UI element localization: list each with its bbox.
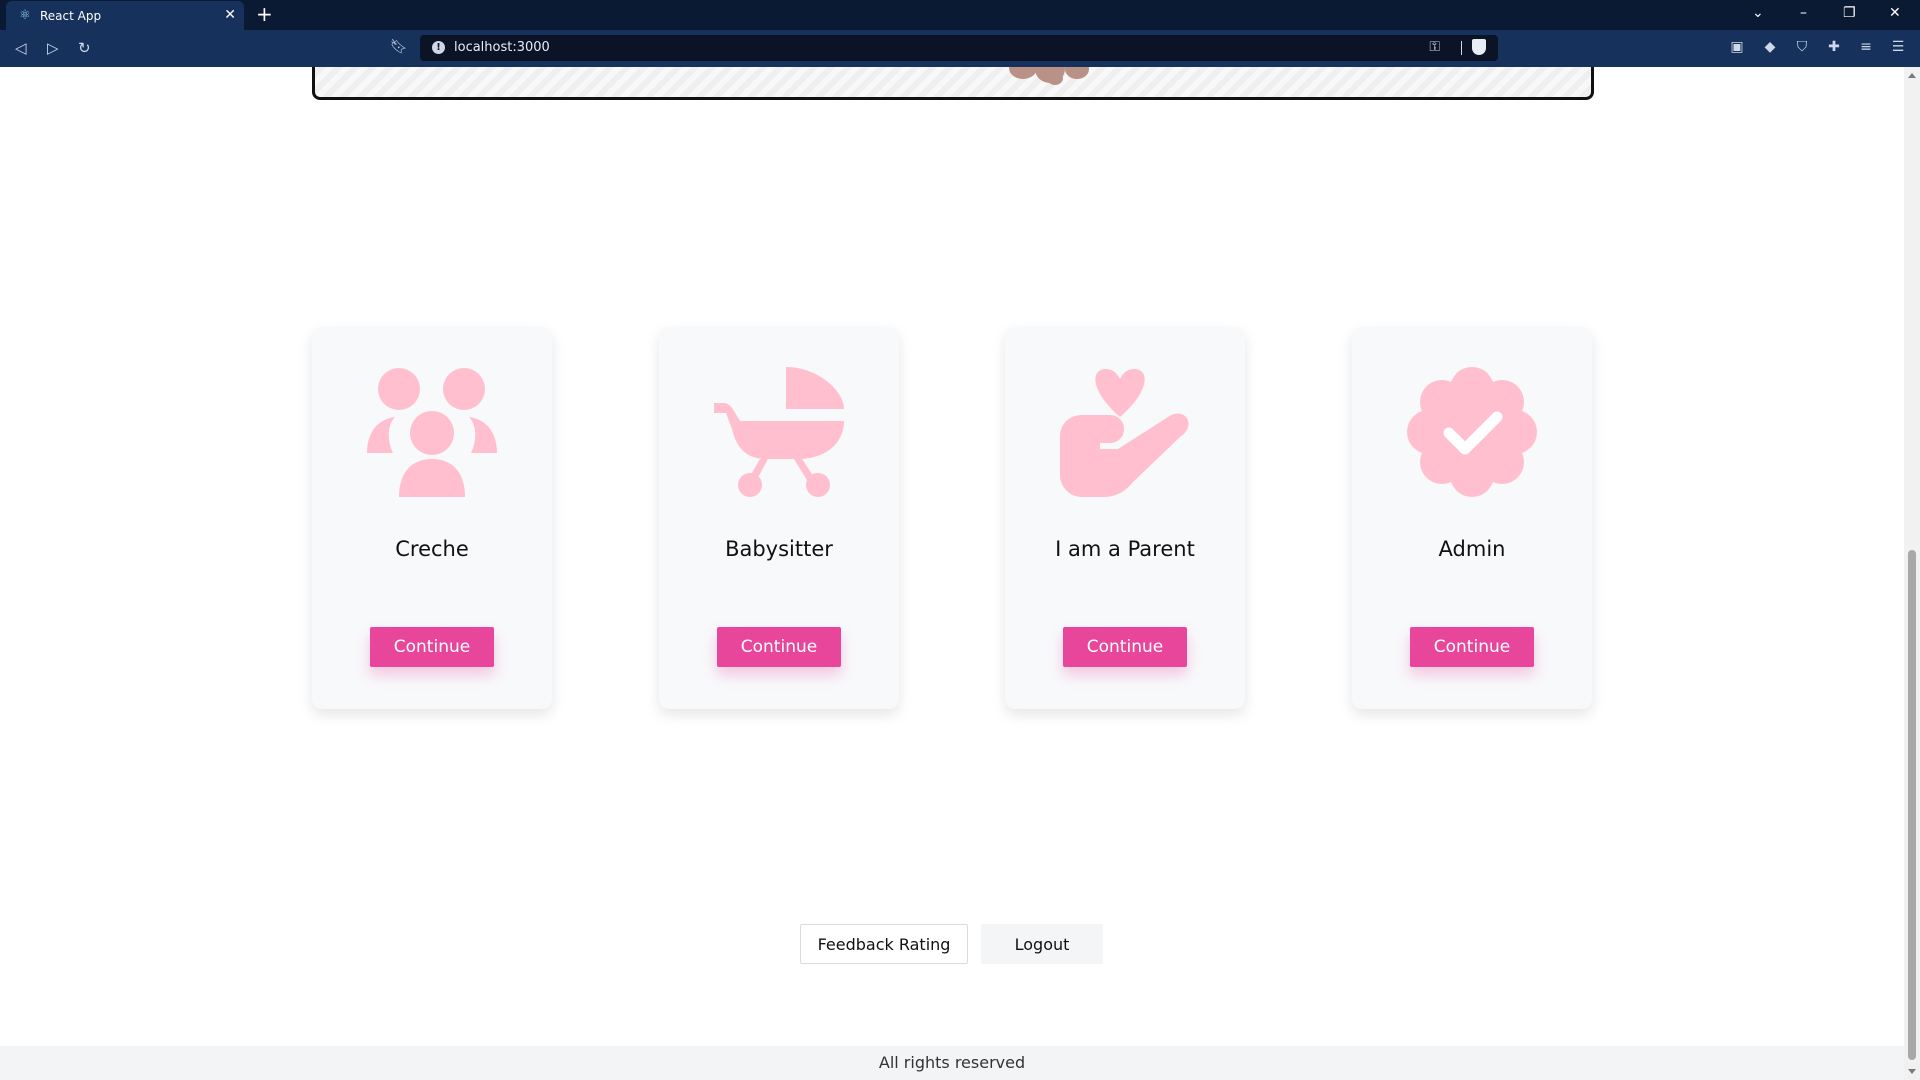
translate-extension-icon[interactable]: ▣ — [1729, 39, 1745, 55]
logout-button[interactable]: Logout — [981, 924, 1103, 964]
card-admin: Admin Continue — [1352, 327, 1592, 709]
address-bar[interactable]: ! localhost:3000 ⚿ — [420, 35, 1498, 61]
menu-icon[interactable]: ☰ — [1890, 39, 1906, 55]
card-title: Admin — [1438, 537, 1506, 561]
feedback-rating-button[interactable]: Feedback Rating — [800, 924, 968, 964]
close-window-button[interactable]: ✕ — [1889, 4, 1901, 22]
card-babysitter: Babysitter Continue — [659, 327, 899, 709]
back-icon[interactable]: ◁ — [15, 38, 27, 58]
hero-image — [312, 67, 1594, 100]
continue-button[interactable]: Continue — [370, 627, 494, 667]
site-info-icon[interactable]: ! — [432, 41, 445, 54]
url-text[interactable]: localhost:3000 — [454, 40, 550, 55]
card-parent: I am a Parent Continue — [1005, 327, 1245, 709]
reload-icon[interactable]: ↻ — [78, 38, 91, 58]
tab-close-icon[interactable]: ✕ — [224, 7, 236, 23]
bitwarden-extension-icon[interactable]: ⛉ — [1794, 39, 1810, 55]
bookmark-icon[interactable]: 🔖︎ — [390, 39, 408, 55]
continue-button[interactable]: Continue — [717, 627, 841, 667]
brave-shield-icon[interactable] — [1472, 39, 1486, 55]
baby-stroller-icon — [714, 367, 844, 497]
scroll-down-icon[interactable] — [1908, 1069, 1916, 1074]
scroll-thumb[interactable] — [1908, 550, 1916, 1060]
browser-tab[interactable]: ⚛ React App ✕ — [6, 1, 244, 30]
react-favicon-icon: ⚛ — [19, 7, 31, 23]
card-title: I am a Parent — [1055, 537, 1195, 561]
forward-icon[interactable]: ▷ — [47, 38, 59, 58]
knit-toy-image — [995, 67, 1105, 93]
verified-badge-icon — [1407, 367, 1537, 497]
playlist-icon[interactable]: ≡ — [1858, 39, 1874, 55]
address-divider — [1461, 41, 1462, 55]
card-creche: Creche Continue — [312, 327, 552, 709]
card-title: Babysitter — [725, 537, 833, 561]
page-viewport: Creche Continue Babysitter Continue I am… — [0, 67, 1904, 1080]
key-icon[interactable]: ⚿ — [1429, 39, 1440, 55]
color-extension-icon[interactable]: ◆ — [1762, 39, 1778, 55]
continue-button[interactable]: Continue — [1063, 627, 1187, 667]
tab-title: React App — [40, 8, 102, 23]
minimize-button[interactable]: – — [1800, 4, 1807, 22]
continue-button[interactable]: Continue — [1410, 627, 1534, 667]
browser-toolbar: ◁ ▷ ↻ 🔖︎ ! localhost:3000 ⚿ ▣ ◆ ⛉ ✚ ≡ ☰ — [0, 30, 1920, 67]
page-footer: All rights reserved — [0, 1046, 1904, 1080]
card-title: Creche — [395, 537, 469, 561]
scroll-up-icon[interactable] — [1908, 73, 1916, 78]
children-group-icon — [367, 368, 497, 497]
vertical-scrollbar[interactable] — [1904, 67, 1920, 1080]
new-tab-button[interactable]: + — [256, 3, 273, 25]
restore-button[interactable]: ❐ — [1843, 4, 1856, 22]
hand-heart-icon — [1060, 369, 1189, 497]
tab-list-icon[interactable]: ⌄ — [1752, 4, 1764, 22]
browser-tab-bar: ⚛ React App ✕ + ⌄ – ❐ ✕ — [0, 0, 1920, 30]
extensions-puzzle-icon[interactable]: ✚ — [1826, 39, 1842, 55]
